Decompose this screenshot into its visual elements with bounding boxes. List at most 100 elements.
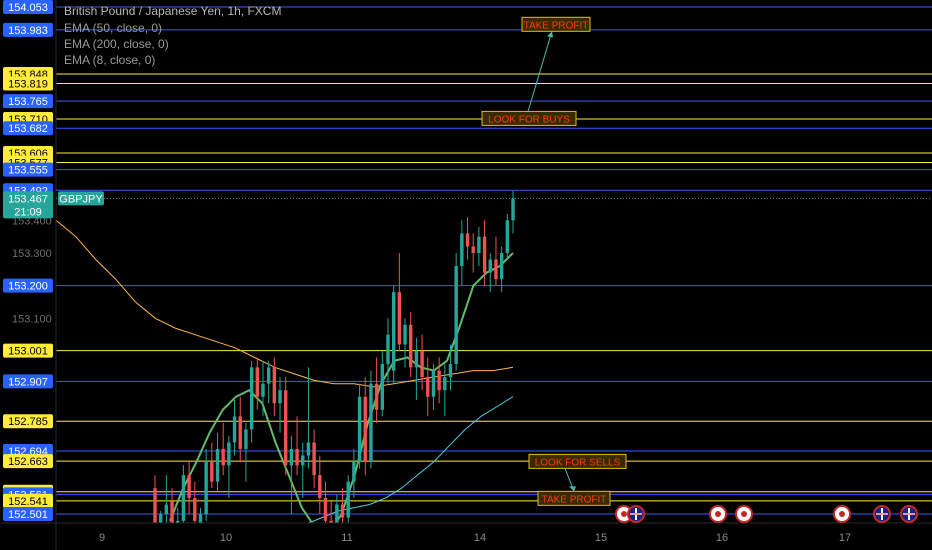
event-marker-dot (839, 511, 845, 517)
candle-body (181, 475, 186, 521)
candle-body (420, 350, 424, 378)
candle-body (409, 324, 413, 368)
level-tag-label: 153.983 (8, 25, 48, 37)
annotation-label: TAKE PROFIT (524, 20, 589, 31)
candle-body (232, 416, 237, 443)
level-tag-label: 152.501 (8, 509, 48, 521)
level-tag-label: 152.541 (8, 496, 48, 508)
countdown-label: 21:09 (14, 206, 42, 218)
candle-body (266, 367, 271, 384)
candle-body (193, 497, 197, 521)
candle-body (164, 504, 169, 515)
ema200-legend[interactable]: EMA (200, close, 0) (64, 36, 169, 52)
candle-body (221, 448, 225, 466)
candle-body (477, 236, 481, 253)
candle-body (511, 198, 515, 221)
level-tag-label: 153.001 (8, 346, 48, 358)
candle-body (499, 252, 504, 280)
candle-body (374, 383, 379, 410)
candle-body (465, 233, 470, 247)
level-tag-label: 152.907 (8, 376, 48, 388)
candle-body (295, 448, 299, 466)
candle-body (505, 220, 510, 253)
level-tag-label: 153.200 (8, 281, 48, 293)
candle-body (454, 266, 458, 365)
candle-body (437, 370, 441, 391)
candle-body (255, 367, 259, 397)
candle-body (340, 504, 345, 518)
level-tag-label: 153.555 (8, 165, 48, 177)
candle-body (278, 390, 282, 404)
price-tick: 153.100 (12, 313, 52, 325)
candle-body (397, 292, 402, 345)
time-tick: 10 (220, 532, 232, 544)
candle-body (448, 364, 453, 378)
price-axis: 153.400153.300153.100154.053153.983153.8… (3, 0, 104, 521)
event-marker-dot (715, 511, 721, 517)
candle-body (431, 370, 436, 397)
candle-body (283, 390, 288, 466)
ema50-line (289, 396, 514, 541)
candle-body (318, 475, 322, 498)
candle-body (494, 259, 498, 280)
time-tick: 16 (716, 532, 728, 544)
time-tick: 9 (99, 532, 105, 544)
candle-body (289, 448, 294, 466)
level-tag-label: 152.785 (8, 416, 48, 428)
candle-body (363, 396, 367, 463)
candle-body (488, 259, 492, 273)
candle-body (391, 292, 396, 371)
current-price-label: 153.467 (8, 193, 48, 205)
arrow-head (569, 486, 576, 492)
candle-body (272, 367, 277, 404)
candle-body (369, 383, 373, 463)
price-chart[interactable]: TAKE PROFIT LOOK FOR BUYS LOOK FOR SELLS TA… (0, 0, 932, 550)
chart-title: British Pound / Japanese Yen, 1h, FXCM (64, 4, 282, 18)
candle-body (301, 455, 305, 466)
candle-body (261, 383, 265, 397)
candle-body (215, 448, 220, 482)
candle-body (227, 442, 231, 466)
candle-body (238, 416, 242, 449)
level-tag-label: 154.053 (8, 2, 48, 14)
annotation-label: TAKE PROFIT (542, 494, 607, 505)
candle-body (352, 462, 356, 482)
candle-body (482, 236, 487, 273)
candle-body (323, 497, 328, 521)
candle-body (244, 429, 248, 449)
price-levels (56, 6, 932, 515)
time-tick: 14 (474, 532, 486, 544)
candle-body (346, 481, 350, 518)
candle-body (471, 246, 475, 253)
ema8-legend[interactable]: EMA (8, close, 0) (64, 52, 155, 68)
candle-body (306, 442, 311, 456)
event-marker-dot (741, 511, 747, 517)
candle-body (443, 377, 447, 391)
annotation-label: LOOK FOR SELLS (535, 457, 621, 468)
price-tick: 153.300 (12, 248, 52, 260)
level-tag-label: 153.819 (8, 78, 48, 90)
candle-body (357, 396, 362, 463)
symbol-label: GBPJPY (59, 193, 103, 205)
candle-body (386, 334, 390, 365)
time-tick: 17 (839, 532, 851, 544)
candle-body (403, 324, 407, 345)
candle-body (312, 442, 316, 476)
candle-body (187, 475, 191, 498)
candle-body (380, 364, 385, 410)
annotation-label: LOOK FOR BUYS (488, 114, 570, 125)
candle-body (460, 233, 464, 267)
event-marker-dot (621, 511, 627, 517)
candles (153, 190, 515, 550)
candle-body (414, 350, 419, 368)
annotation-arrow (527, 31, 553, 112)
level-tag-label: 153.682 (8, 123, 48, 135)
arrow-head (547, 31, 553, 38)
candle-body (210, 462, 214, 482)
level-tag-label: 152.663 (8, 456, 48, 468)
time-tick: 15 (595, 532, 607, 544)
candle-body (204, 462, 208, 515)
time-tick: 11 (341, 532, 352, 544)
candle-body (249, 367, 254, 430)
ema50-legend[interactable]: EMA (50, close, 0) (64, 20, 162, 36)
